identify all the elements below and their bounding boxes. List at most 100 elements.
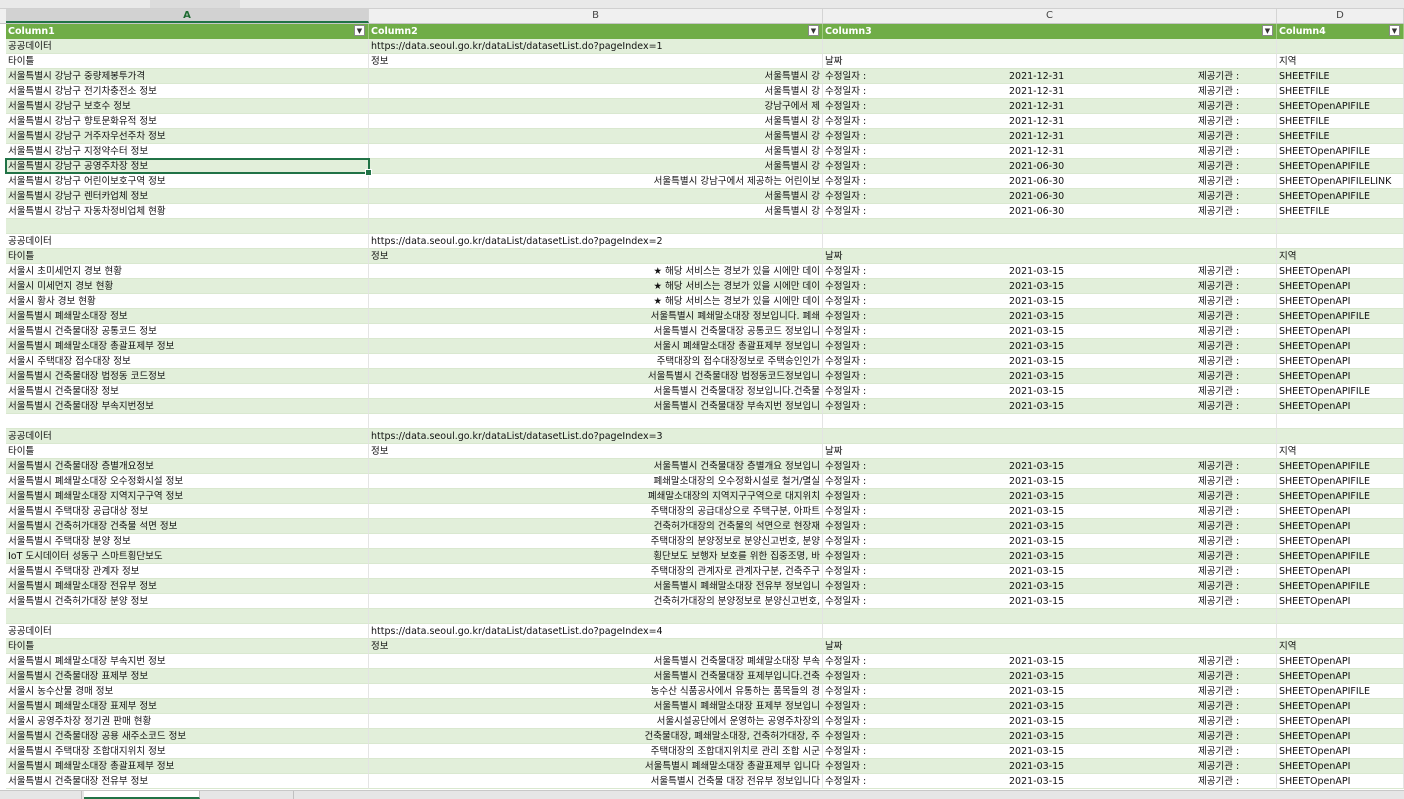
cell-info[interactable]: 정보 xyxy=(369,249,823,264)
cell-date[interactable]: 수정일자 : 2021-06-30 제공기관 : xyxy=(823,159,1277,174)
cell-region[interactable]: SHEETFILE xyxy=(1277,204,1404,219)
cell-region[interactable] xyxy=(1277,234,1404,249)
cell-info[interactable]: 서울특별시 건축물대장 층별개요 정보입니 xyxy=(369,459,823,474)
cell-info[interactable]: 서울특별시 강 xyxy=(369,84,823,99)
cell-info[interactable]: 폐쇄말소대장의 오수정화시설로 철거/멸실 xyxy=(369,474,823,489)
cell-region[interactable]: SHEETOpenAPI xyxy=(1277,354,1404,369)
cell-title[interactable]: 서울특별시 강남구 전기차충전소 정보 xyxy=(6,84,369,99)
cell-title[interactable]: 타이틀 xyxy=(6,639,369,654)
cell-title[interactable]: 서울특별시 주택대장 관계자 정보 xyxy=(6,564,369,579)
cell-date[interactable]: 수정일자 : 2021-03-15 제공기관 : xyxy=(823,384,1277,399)
cell-region[interactable]: SHEETOpenAPI xyxy=(1277,699,1404,714)
cell-region[interactable]: SHEETOpenAPIFILE xyxy=(1277,684,1404,699)
cell-title[interactable]: 서울특별시 건축물대장 표제부 정보 xyxy=(6,669,369,684)
cell-region[interactable]: SHEETOpenAPI xyxy=(1277,594,1404,609)
cell-region[interactable]: SHEETFILE xyxy=(1277,84,1404,99)
cell-title[interactable]: 서울특별시 폐쇄말소대장 총괄표제부 정보 xyxy=(6,339,369,354)
cell-region[interactable]: SHEETOpenAPI xyxy=(1277,534,1404,549)
cell-info[interactable]: 주택대장의 조합대지위치로 관리 조합 시군 xyxy=(369,744,823,759)
cell-region[interactable]: SHEETOpenAPI xyxy=(1277,714,1404,729)
cell-date[interactable]: 수정일자 : 2021-03-15 제공기관 : xyxy=(823,549,1277,564)
cell-info[interactable]: 건축허가대장의 건축물의 석면으로 현장재 xyxy=(369,519,823,534)
cell-region[interactable]: 지역 xyxy=(1277,444,1404,459)
cell-date[interactable]: 수정일자 : 2021-03-15 제공기관 : xyxy=(823,309,1277,324)
cell-region[interactable]: SHEETOpenAPIFILE xyxy=(1277,549,1404,564)
cell-title[interactable]: 서울시 초미세먼지 경보 현황 xyxy=(6,264,369,279)
cell-date[interactable] xyxy=(823,234,1277,249)
cell-date[interactable]: 수정일자 : 2021-03-15 제공기관 : xyxy=(823,354,1277,369)
cell-date[interactable]: 수정일자 : 2021-03-15 제공기관 : xyxy=(823,684,1277,699)
cell-title[interactable]: 서울특별시 강남구 공영주차장 정보 xyxy=(6,159,369,174)
cell-region[interactable]: SHEETOpenAPI xyxy=(1277,279,1404,294)
cell-title[interactable]: 서울특별시 강남구 어린이보호구역 정보 xyxy=(6,174,369,189)
cell-date[interactable]: 수정일자 : 2021-03-15 제공기관 : xyxy=(823,759,1277,774)
cell-info[interactable]: 서울특별시 강 xyxy=(369,144,823,159)
cell-date[interactable]: 수정일자 : 2021-06-30 제공기관 : xyxy=(823,189,1277,204)
cell-date[interactable]: 수정일자 : 2021-03-15 제공기관 : xyxy=(823,399,1277,414)
cell-info[interactable]: https://data.seoul.go.kr/dataList/datase… xyxy=(369,624,823,639)
cell-info[interactable]: 서울특별시 강남구에서 제공하는 어린이보 xyxy=(369,174,823,189)
cell-info[interactable]: 서울특별시 강 xyxy=(369,114,823,129)
cell-title[interactable]: 서울특별시 주택대장 조합대지위치 정보 xyxy=(6,744,369,759)
cell-region[interactable]: SHEETOpenAPIFILE xyxy=(1277,159,1404,174)
cell-title[interactable]: 서울특별시 폐쇄말소대장 지역지구구역 정보 xyxy=(6,489,369,504)
cell-info[interactable]: 서울특별시 강 xyxy=(369,129,823,144)
cell-title[interactable]: 서울특별시 폐쇄말소대장 부속지번 정보 xyxy=(6,654,369,669)
cell-date[interactable] xyxy=(823,609,1277,624)
cell-date[interactable]: 수정일자 : 2021-03-15 제공기관 : xyxy=(823,774,1277,789)
cell-date[interactable]: 수정일자 : 2021-03-15 제공기관 : xyxy=(823,489,1277,504)
cell-date[interactable]: 수정일자 : 2021-03-15 제공기관 : xyxy=(823,324,1277,339)
cell-region[interactable]: 지역 xyxy=(1277,639,1404,654)
cell-title[interactable]: 서울시 미세먼지 경보 현황 xyxy=(6,279,369,294)
cell-title[interactable]: 서울특별시 폐쇄말소대장 표제부 정보 xyxy=(6,699,369,714)
cell-date[interactable]: 수정일자 : 2021-03-15 제공기관 : xyxy=(823,654,1277,669)
cell-region[interactable] xyxy=(1277,624,1404,639)
cell-region[interactable]: SHEETOpenAPI xyxy=(1277,369,1404,384)
cell-date[interactable]: 수정일자 : 2021-03-15 제공기관 : xyxy=(823,339,1277,354)
cell-info[interactable]: 강남구에서 제 xyxy=(369,99,823,114)
cell-region[interactable]: SHEETOpenAPIFILELINK xyxy=(1277,174,1404,189)
cell-region[interactable]: SHEETOpenAPI xyxy=(1277,399,1404,414)
cell-region[interactable]: SHEETOpenAPI xyxy=(1277,669,1404,684)
cell-info[interactable]: ★ 해당 서비스는 경보가 있을 시에만 데이 xyxy=(369,264,823,279)
cell-date[interactable]: 수정일자 : 2021-03-15 제공기관 : xyxy=(823,519,1277,534)
cell-region[interactable]: SHEETOpenAPIFILE xyxy=(1277,489,1404,504)
cell-info[interactable]: 주택대장의 관계자로 관계자구분, 건축주구 xyxy=(369,564,823,579)
cell-info[interactable]: 서울특별시 강 xyxy=(369,69,823,84)
cell-title[interactable]: 서울특별시 강남구 보호수 정보 xyxy=(6,99,369,114)
cell-date[interactable]: 날짜 xyxy=(823,639,1277,654)
cell-info[interactable] xyxy=(369,219,823,234)
cell-region[interactable]: SHEETOpenAPI xyxy=(1277,519,1404,534)
cell-date[interactable]: 수정일자 : 2021-03-15 제공기관 : xyxy=(823,699,1277,714)
cell-region[interactable]: SHEETFILE xyxy=(1277,114,1404,129)
cell-info[interactable]: 서울시 폐쇄말소대장 총괄표제부 정보입니 xyxy=(369,339,823,354)
cell-info[interactable]: 서울시설공단에서 운영하는 공영주차장의 xyxy=(369,714,823,729)
filter-dropdown-icon[interactable]: ▼ xyxy=(1389,25,1400,36)
cell-title[interactable]: 타이틀 xyxy=(6,249,369,264)
cell-region[interactable]: SHEETOpenAPIFILE xyxy=(1277,459,1404,474)
cell-date[interactable]: 수정일자 : 2021-03-15 제공기관 : xyxy=(823,669,1277,684)
cell-title[interactable]: 타이틀 xyxy=(6,54,369,69)
cell-region[interactable]: SHEETOpenAPI xyxy=(1277,504,1404,519)
cell-date[interactable]: 수정일자 : 2021-03-15 제공기관 : xyxy=(823,294,1277,309)
cell-title[interactable]: 서울시 공영주차장 정기권 판매 현황 xyxy=(6,714,369,729)
filter-dropdown-icon[interactable]: ▼ xyxy=(354,25,365,36)
cell-date[interactable]: 수정일자 : 2021-03-15 제공기관 : xyxy=(823,474,1277,489)
cell-title[interactable]: 서울특별시 건축허가대장 분양 정보 xyxy=(6,594,369,609)
cell-title[interactable] xyxy=(6,414,369,429)
cell-region[interactable]: SHEETOpenAPI xyxy=(1277,294,1404,309)
cell-date[interactable]: 수정일자 : 2021-06-30 제공기관 : xyxy=(823,174,1277,189)
cell-region[interactable]: SHEETOpenAPIFILE xyxy=(1277,579,1404,594)
cell-date[interactable] xyxy=(823,414,1277,429)
cell-info[interactable] xyxy=(369,414,823,429)
cell-date[interactable]: 수정일자 : 2021-12-31 제공기관 : xyxy=(823,144,1277,159)
cell-region[interactable]: SHEETOpenAPI xyxy=(1277,654,1404,669)
cell-date[interactable]: 수정일자 : 2021-12-31 제공기관 : xyxy=(823,69,1277,84)
cell-title[interactable]: 서울특별시 폐쇄말소대장 오수정화시설 정보 xyxy=(6,474,369,489)
cell-title[interactable]: 서울특별시 주택대장 분양 정보 xyxy=(6,534,369,549)
cell-info[interactable]: 주택대장의 접수대장정보로 주택승인인가 xyxy=(369,354,823,369)
cell-date[interactable]: 수정일자 : 2021-03-15 제공기관 : xyxy=(823,714,1277,729)
cell-region[interactable]: SHEETOpenAPIFILE xyxy=(1277,144,1404,159)
cell-title[interactable]: 서울특별시 강남구 렌터카업체 정보 xyxy=(6,189,369,204)
cell-region[interactable]: SHEETFILE xyxy=(1277,129,1404,144)
